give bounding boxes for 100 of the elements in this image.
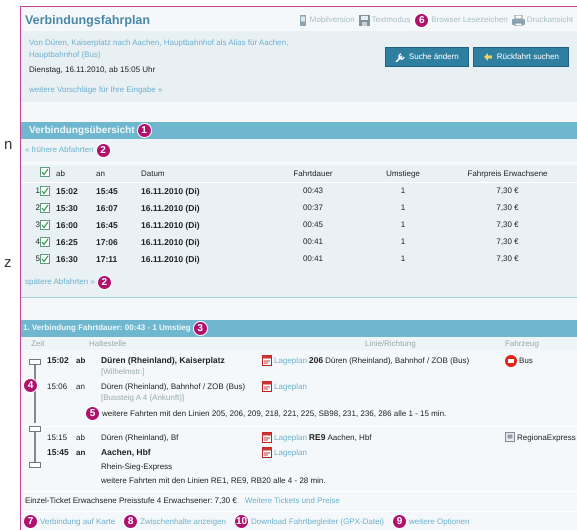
direction-text: Aachen, Hbf xyxy=(327,432,372,443)
time-text: 15:15 xyxy=(47,432,68,443)
table-cell: 1 xyxy=(368,200,438,217)
date-text: Dienstag, 16.11.2010, ab 15:05 Uhr xyxy=(29,64,156,76)
table-cell: 1 xyxy=(368,216,438,234)
page-title: Verbindungsfahrplan xyxy=(25,12,150,29)
route-text: Von Düren, Kaiserplatz nach Aachen, Hauptbahnhof als Alias für Aachen, Hauptbahnhof (Bus) xyxy=(29,37,290,61)
search-button[interactable]: Rückfahrt suchen xyxy=(472,47,569,67)
callout-marker: 1 xyxy=(136,123,152,138)
checkbox[interactable] xyxy=(40,186,50,196)
time-text: 15:06 xyxy=(47,380,68,392)
table-cell: 15:45 xyxy=(93,182,138,200)
document-icon xyxy=(262,432,272,443)
column-header: Umstiege xyxy=(368,165,438,182)
frequency-text: weitere Fahrten mit den Linien RE1, RE9, RB20 alle 4 - 28 min. xyxy=(101,474,326,486)
arrow-icon xyxy=(482,52,493,62)
vehicle-text: RegionaExpress xyxy=(517,432,576,443)
stop-type-text: an xyxy=(76,446,86,458)
platform-note: [Wilhelmstr.] xyxy=(101,366,146,377)
table-cell: 7,30 € xyxy=(438,182,577,200)
footer-link[interactable]: Verbindung auf Karte xyxy=(40,516,116,528)
footer-link[interactable]: weitere Optionen xyxy=(408,516,470,528)
column-header: Fahrzeug xyxy=(505,338,540,349)
stop-type-text: ab xyxy=(76,354,86,366)
stop-type-text: an xyxy=(76,380,86,392)
map-link[interactable]: Lageplan xyxy=(274,432,307,443)
line-number: RE9 xyxy=(308,432,326,443)
callout-marker: 9 xyxy=(392,514,407,530)
margin-text: n xyxy=(4,135,12,155)
callout-marker: 8 xyxy=(123,514,138,530)
checkbox[interactable] xyxy=(40,220,50,230)
stop-name: Düren (Rheinland), Bf xyxy=(101,432,180,443)
wrench-icon xyxy=(394,52,405,62)
column-header: Zeit xyxy=(30,338,46,349)
column-header: Haltestelle xyxy=(88,338,128,349)
footer-link[interactable]: Download Fahrtbegleiter (GPX-Datei) xyxy=(251,516,384,528)
callout-marker: 10 xyxy=(234,514,250,530)
table-cell: 16:25 xyxy=(53,234,93,251)
tool-link[interactable]: Browser Lesezeichen xyxy=(431,14,508,26)
checkbox[interactable] xyxy=(40,254,50,264)
column-header: Fahrpreis Erwachsene xyxy=(438,165,577,182)
section-title: Verbindungsübersicht xyxy=(29,124,135,138)
table-cell: 16:45 xyxy=(93,216,138,234)
tickets-link[interactable]: Weitere Tickets und Preise xyxy=(244,495,340,508)
tool-link[interactable]: Mobilversion xyxy=(310,14,355,26)
table-cell: 16:00 xyxy=(53,216,93,234)
table-cell: 16.11.2010 (Di) xyxy=(138,182,258,200)
row-number: 4 xyxy=(36,236,40,248)
footer-link[interactable]: Zwischenhalte anzeigen xyxy=(140,516,226,528)
checkbox[interactable] xyxy=(40,203,50,214)
row-number: 2 xyxy=(36,202,40,214)
table-cell: 17:06 xyxy=(93,234,138,251)
pagination-link[interactable]: spätere Abfahrten » xyxy=(25,276,95,288)
table-cell: 16.11.2010 (Di) xyxy=(138,234,258,251)
section-title: 1. Verbindung Fahrtdauer: 00:43 - 1 Umstieg xyxy=(23,322,191,334)
margin-text: z xyxy=(4,253,12,273)
document-icon xyxy=(262,354,272,366)
time-text: 15:45 xyxy=(47,446,70,458)
table-cell: 00:41 xyxy=(258,234,368,251)
table-cell: 00:43 xyxy=(258,182,368,200)
document-icon xyxy=(262,380,272,392)
table-cell: 16.11.2010 (Di) xyxy=(138,200,258,217)
callout-marker: 7 xyxy=(23,514,38,530)
map-link[interactable]: Lageplan xyxy=(274,380,307,392)
checkbox[interactable] xyxy=(40,237,50,248)
row-number: 5 xyxy=(36,253,40,266)
table-cell: 16.11.2010 (Di) xyxy=(138,216,258,234)
document-icon xyxy=(262,446,272,458)
table-cell: 16:07 xyxy=(93,200,138,217)
time-text: 15:02 xyxy=(47,354,70,366)
search-button[interactable]: Suche ändern xyxy=(384,47,469,67)
stop-name: Düren (Rheinland), Bahnhof / ZOB (Bus) xyxy=(101,380,246,392)
callout-marker: 3 xyxy=(192,320,208,336)
table-cell: 7,30 € xyxy=(438,234,577,251)
table-cell: 16.11.2010 (Di) xyxy=(138,250,258,268)
table-cell: 1 xyxy=(368,234,438,251)
pagination-link[interactable]: « frühere Abfahrten xyxy=(25,144,94,156)
table-cell: 17:11 xyxy=(93,250,138,268)
checkbox[interactable] xyxy=(40,167,50,177)
suggestions-link[interactable]: weitere Vorschläge für Ihre Eingabe » xyxy=(29,84,162,96)
table-cell: 7,30 € xyxy=(438,250,577,268)
stop-name: Düren (Rheinland), Kaiserplatz xyxy=(101,354,226,366)
table-cell: 15:30 xyxy=(53,200,93,217)
column-header: Datum xyxy=(138,165,258,182)
tool-link[interactable]: Druckansicht xyxy=(526,14,573,26)
table-cell: 00:37 xyxy=(258,200,368,217)
map-link[interactable]: Lageplan xyxy=(274,446,307,458)
bus-stop-icon xyxy=(505,354,517,367)
map-link[interactable]: Lageplan xyxy=(274,354,307,366)
stop-type-text: ab xyxy=(76,432,86,443)
row-number: 3 xyxy=(36,219,40,232)
column-header: Fahrtdauer xyxy=(258,165,368,182)
platform-note: [Bussteig A 4 (Ankunft)] xyxy=(101,392,186,403)
tool-link[interactable]: Textmodus xyxy=(372,14,410,26)
callout-marker: 6 xyxy=(414,12,430,28)
stop-name: Aachen, Hbf xyxy=(101,446,152,458)
column-header: ab xyxy=(53,165,93,182)
table-cell: 7,30 € xyxy=(438,200,577,217)
ticket-text: Einzel-Ticket Erwachsene Preisstufe 4 Erwachsener: 7,30 € xyxy=(25,495,237,508)
column-header: an xyxy=(93,165,138,182)
